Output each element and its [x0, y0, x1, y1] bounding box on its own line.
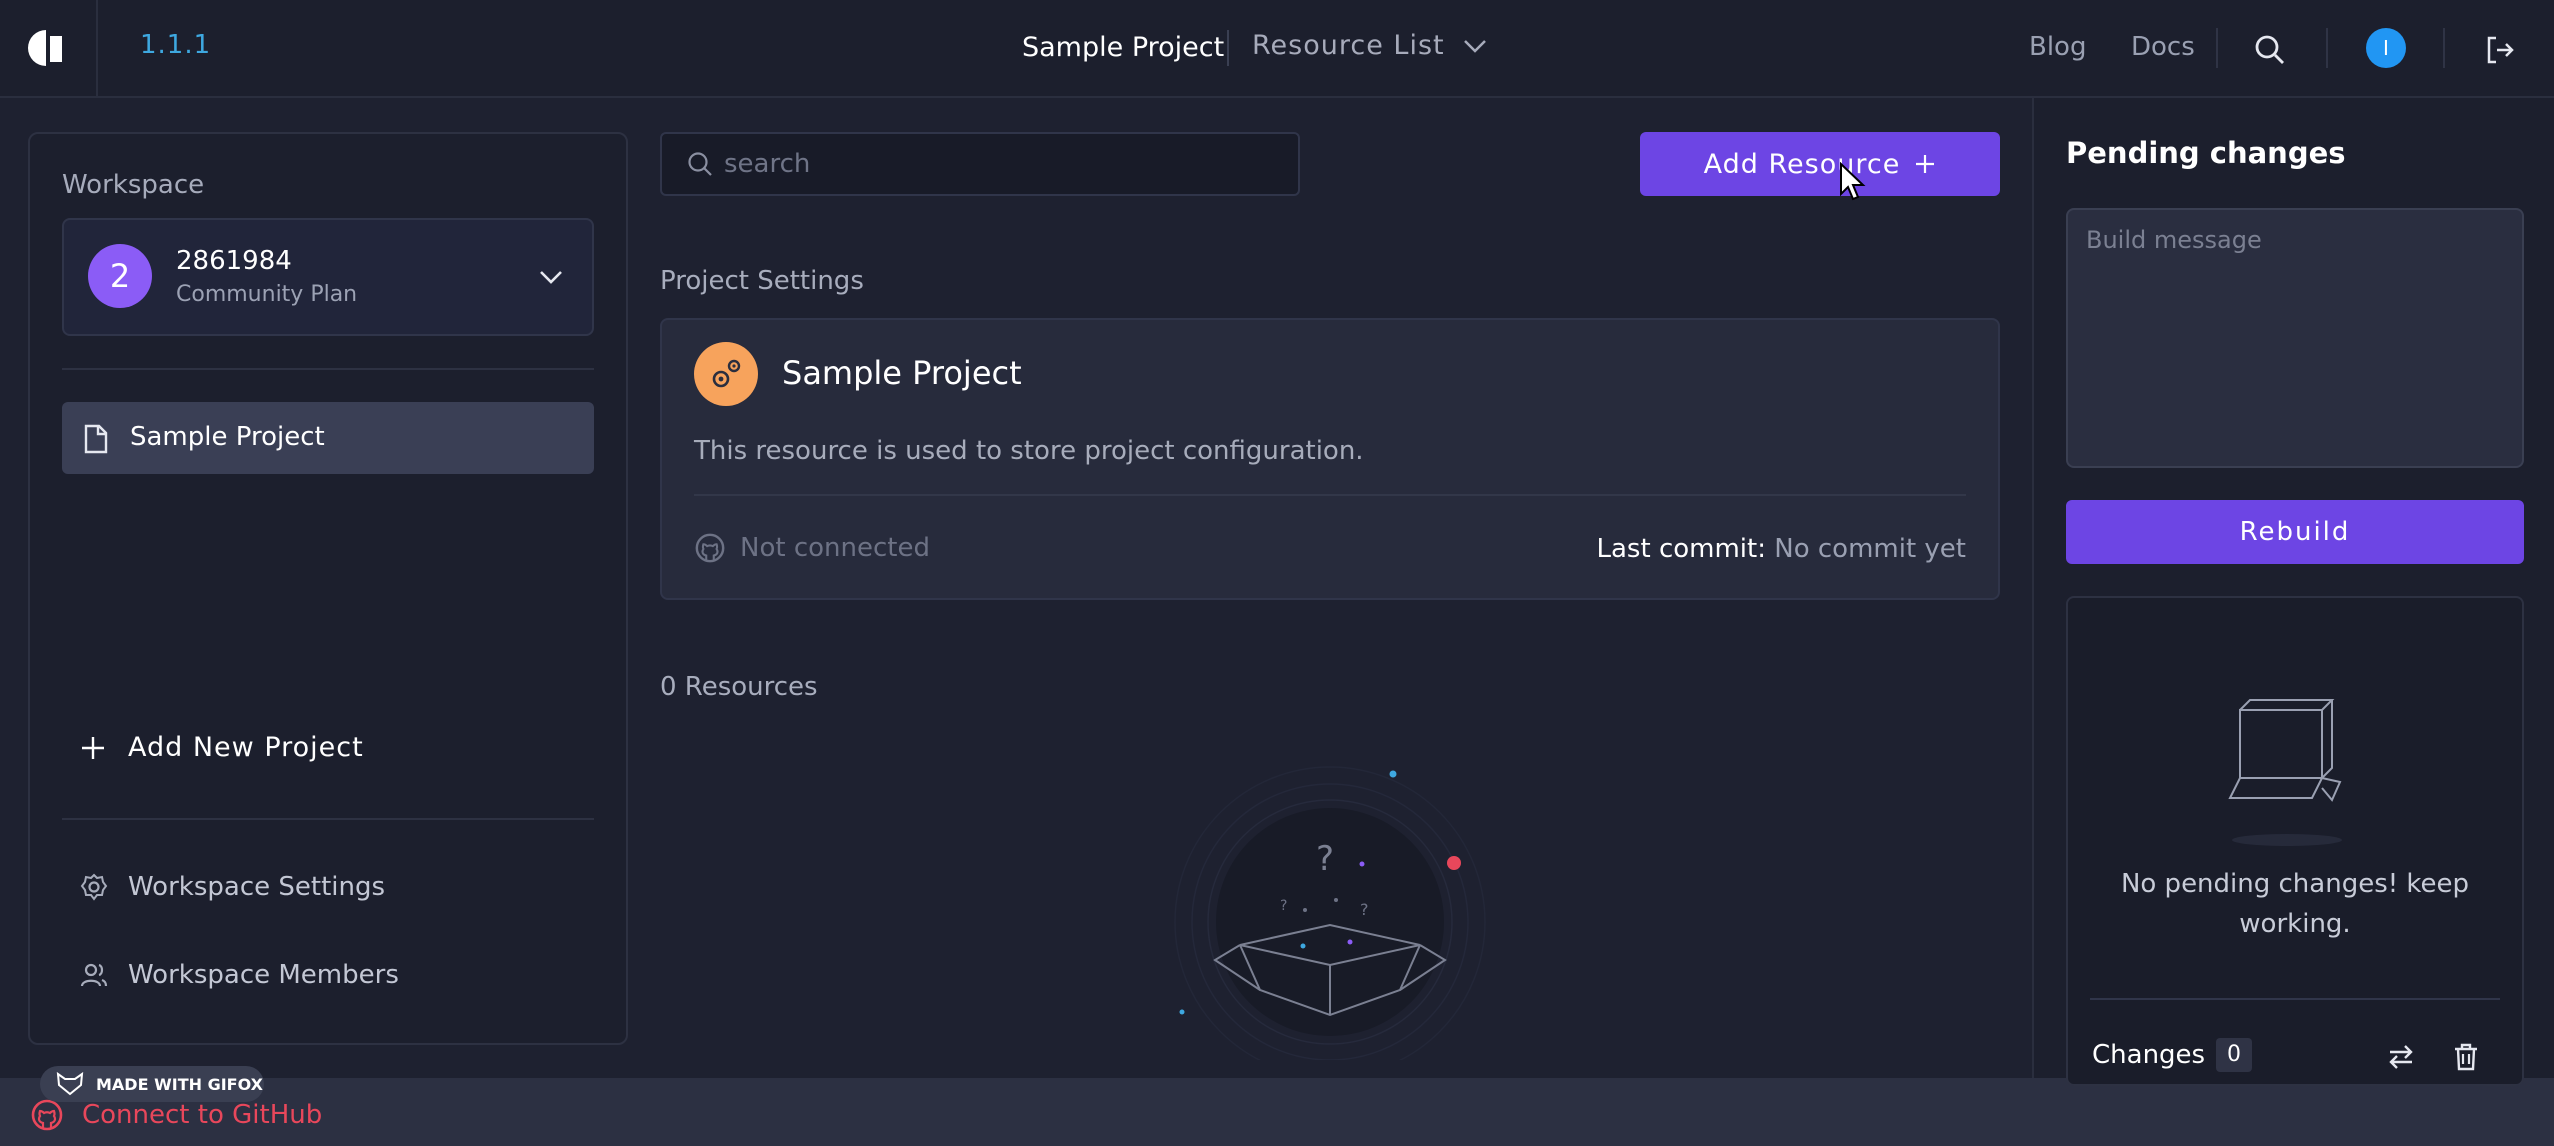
last-commit-info: Last commit: No commit yet [1597, 534, 1966, 564]
svg-text:?: ? [1280, 898, 1287, 914]
empty-box-illustration: ? ? ? [1174, 766, 1486, 1060]
last-commit-value: No commit yet [1774, 534, 1966, 564]
header-divider [1227, 30, 1229, 66]
users-icon [80, 963, 108, 987]
blog-link[interactable]: Blog [2029, 32, 2086, 62]
chevron-down-icon [1463, 39, 1486, 53]
rebuild-button[interactable]: Rebuild [2066, 500, 2524, 564]
add-new-project-button[interactable]: Add New Project [80, 732, 364, 763]
card-divider [694, 494, 1966, 496]
workspace-label: Workspace [62, 170, 205, 200]
project-card-description: This resource is used to store project c… [694, 436, 1364, 466]
workspace-name: 2861984 [176, 246, 292, 276]
fox-icon [56, 1072, 84, 1096]
settings-gears-icon [694, 342, 758, 406]
last-commit-label: Last commit: [1596, 534, 1766, 564]
workspace-avatar: 2 [88, 244, 152, 308]
gifox-label: MADE WITH GIFOX [96, 1074, 263, 1094]
project-card-title: Sample Project [782, 354, 1022, 392]
svg-text:?: ? [1316, 839, 1334, 879]
resource-list-label: Resource List [1252, 30, 1445, 61]
search-icon[interactable] [2254, 34, 2286, 66]
github-icon [31, 1099, 63, 1131]
resource-count: 0 Resources [660, 672, 818, 702]
search-input[interactable] [724, 146, 1284, 182]
chevron-down-icon[interactable] [536, 262, 566, 292]
logout-icon[interactable] [2484, 34, 2516, 66]
github-icon [695, 533, 725, 563]
current-project-title: Sample Project [1022, 32, 1225, 63]
github-status-label: Not connected [740, 533, 930, 563]
sidebar-divider [62, 368, 594, 370]
file-icon [84, 424, 108, 454]
user-avatar[interactable]: I [2366, 28, 2406, 68]
header-divider [2216, 28, 2218, 68]
bottom-bar [0, 1078, 2554, 1146]
add-new-project-label: Add New Project [128, 732, 364, 763]
no-pending-changes-message: No pending changes! keep working. [2120, 869, 2470, 939]
app-logo-icon[interactable] [26, 28, 66, 68]
project-settings-heading: Project Settings [660, 266, 864, 296]
add-resource-label: Add Resource [1703, 148, 1901, 180]
docs-link[interactable]: Docs [2131, 32, 2195, 62]
workspace-members-label: Workspace Members [128, 960, 399, 990]
workspace-members-link[interactable]: Workspace Members [80, 960, 399, 990]
plus-icon [1916, 155, 1935, 173]
workspace-settings-label: Workspace Settings [128, 872, 386, 902]
sidebar-divider [62, 818, 594, 820]
gifox-watermark: MADE WITH GIFOX [40, 1066, 264, 1102]
gears-icon [712, 359, 741, 388]
connect-github-link[interactable]: Connect to GitHub [30, 1098, 322, 1132]
build-message-input[interactable] [2066, 208, 2524, 468]
add-resource-button[interactable]: Add Resource [1640, 132, 2000, 196]
github-connection-status: Not connected [694, 532, 930, 564]
empty-box-icon [2228, 699, 2342, 846]
sidebar-item-label: Sample Project [130, 422, 325, 452]
svg-text:?: ? [1360, 900, 1369, 919]
search-icon [688, 152, 712, 176]
plus-icon [82, 736, 104, 759]
swap-arrows-icon[interactable] [2386, 1042, 2416, 1072]
changes-label: Changes [2092, 1040, 2206, 1070]
header-divider [2326, 28, 2328, 68]
header-divider [2443, 28, 2445, 68]
workspace-plan: Community Plan [176, 282, 358, 307]
resource-list-dropdown[interactable]: Resource List [1252, 30, 1487, 61]
mouse-cursor-icon [1840, 162, 1866, 201]
gear-icon [80, 873, 108, 901]
connect-github-label: Connect to GitHub [82, 1100, 323, 1130]
workspace-settings-link[interactable]: Workspace Settings [80, 872, 385, 902]
changes-count-badge: 0 [2216, 1038, 2252, 1072]
pending-changes-title: Pending changes [2066, 136, 2346, 170]
version-label: 1.1.1 [140, 30, 212, 60]
trash-icon[interactable] [2452, 1042, 2480, 1072]
card-divider [2090, 998, 2500, 1000]
header-divider [96, 0, 98, 98]
